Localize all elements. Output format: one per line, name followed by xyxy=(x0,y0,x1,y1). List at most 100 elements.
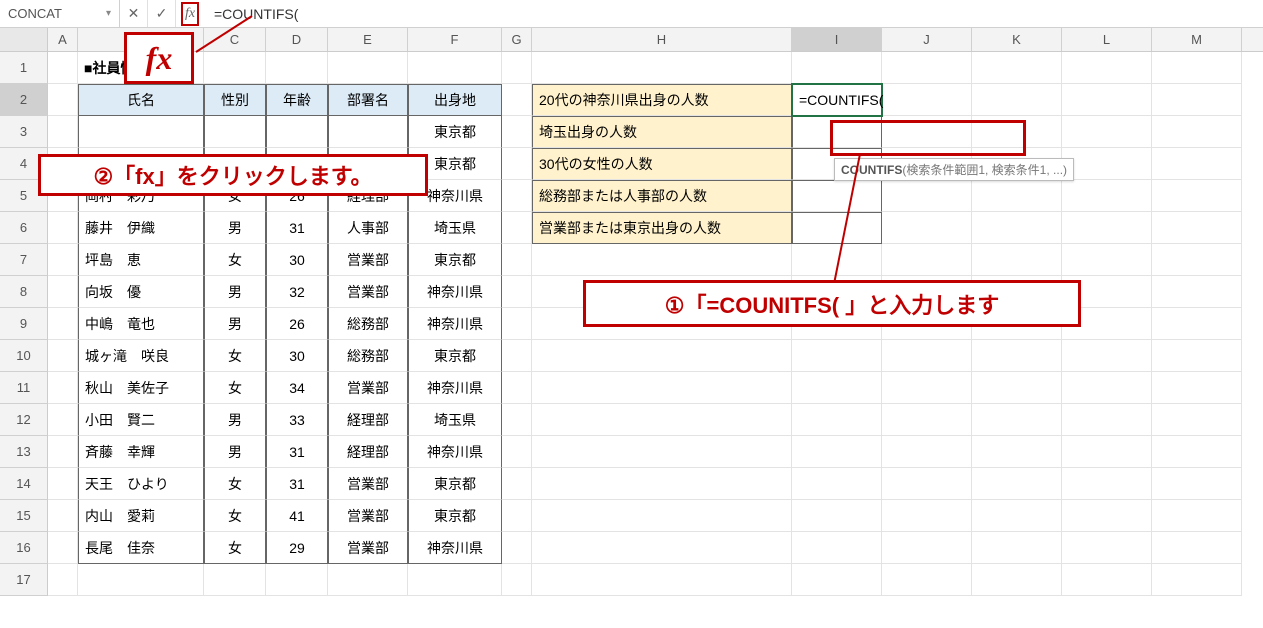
cell-M13[interactable] xyxy=(1152,436,1242,468)
col-header-H[interactable]: H xyxy=(532,28,792,51)
query-result[interactable] xyxy=(792,116,882,148)
table-cell-gender[interactable]: 女 xyxy=(204,244,266,276)
cell-G8[interactable] xyxy=(502,276,532,308)
query-label[interactable]: 30代の女性の人数 xyxy=(532,148,792,180)
cell-H17[interactable] xyxy=(532,564,792,596)
cell-L14[interactable] xyxy=(1062,468,1152,500)
row-header-11[interactable]: 11 xyxy=(0,372,48,404)
cell-I17[interactable] xyxy=(792,564,882,596)
cell-H16[interactable] xyxy=(532,532,792,564)
table-cell-gender[interactable] xyxy=(204,116,266,148)
cell-M17[interactable] xyxy=(1152,564,1242,596)
cell-K3[interactable] xyxy=(972,116,1062,148)
col-header-E[interactable]: E xyxy=(328,28,408,51)
cell-J10[interactable] xyxy=(882,340,972,372)
cell-G15[interactable] xyxy=(502,500,532,532)
row-header-16[interactable]: 16 xyxy=(0,532,48,564)
table-cell-age[interactable]: 33 xyxy=(266,404,328,436)
cell-H14[interactable] xyxy=(532,468,792,500)
cell-J5[interactable] xyxy=(882,180,972,212)
query-result[interactable]: =COUNTIFS( xyxy=(792,84,882,116)
table-header-name[interactable]: 氏名 xyxy=(78,84,204,116)
table-cell-dept[interactable]: 営業部 xyxy=(328,500,408,532)
table-cell-origin[interactable]: 東京都 xyxy=(408,500,502,532)
cell-K12[interactable] xyxy=(972,404,1062,436)
table-cell-origin[interactable]: 埼玉県 xyxy=(408,404,502,436)
cell-J2[interactable] xyxy=(882,84,972,116)
insert-function-button[interactable]: fx xyxy=(176,0,204,27)
table-cell-gender[interactable]: 女 xyxy=(204,372,266,404)
table-cell-dept[interactable]: 経理部 xyxy=(328,404,408,436)
table-cell-name[interactable]: 向坂 優 xyxy=(78,276,204,308)
cell-L3[interactable] xyxy=(1062,116,1152,148)
cell-J14[interactable] xyxy=(882,468,972,500)
table-header-origin[interactable]: 出身地 xyxy=(408,84,502,116)
cell-H15[interactable] xyxy=(532,500,792,532)
cell-K5[interactable] xyxy=(972,180,1062,212)
select-all-corner[interactable] xyxy=(0,28,48,51)
cell-G3[interactable] xyxy=(502,116,532,148)
cell-I15[interactable] xyxy=(792,500,882,532)
table-cell-dept[interactable]: 営業部 xyxy=(328,276,408,308)
cell-L13[interactable] xyxy=(1062,436,1152,468)
table-cell-gender[interactable]: 男 xyxy=(204,404,266,436)
cell-J1[interactable] xyxy=(882,52,972,84)
cell-L10[interactable] xyxy=(1062,340,1152,372)
cell-G6[interactable] xyxy=(502,212,532,244)
row-header-14[interactable]: 14 xyxy=(0,468,48,500)
cell-J11[interactable] xyxy=(882,372,972,404)
table-header-gender[interactable]: 性別 xyxy=(204,84,266,116)
cell-A1[interactable] xyxy=(48,52,78,84)
cell-M15[interactable] xyxy=(1152,500,1242,532)
row-header-2[interactable]: 2 xyxy=(0,84,48,116)
col-header-C[interactable]: C xyxy=(204,28,266,51)
cell-K13[interactable] xyxy=(972,436,1062,468)
cell-A9[interactable] xyxy=(48,308,78,340)
confirm-button[interactable]: ✓ xyxy=(148,0,176,27)
cell-K16[interactable] xyxy=(972,532,1062,564)
table-cell-dept[interactable]: 人事部 xyxy=(328,212,408,244)
cell-J16[interactable] xyxy=(882,532,972,564)
cell-J13[interactable] xyxy=(882,436,972,468)
cell-M2[interactable] xyxy=(1152,84,1242,116)
cell-A10[interactable] xyxy=(48,340,78,372)
cell-G13[interactable] xyxy=(502,436,532,468)
table-cell-name[interactable] xyxy=(78,116,204,148)
cell-I14[interactable] xyxy=(792,468,882,500)
table-cell-dept[interactable]: 営業部 xyxy=(328,532,408,564)
query-result[interactable] xyxy=(792,180,882,212)
col-header-G[interactable]: G xyxy=(502,28,532,51)
col-header-I[interactable]: I xyxy=(792,28,882,51)
cell-L2[interactable] xyxy=(1062,84,1152,116)
cell-A13[interactable] xyxy=(48,436,78,468)
table-cell-age[interactable]: 31 xyxy=(266,436,328,468)
query-label[interactable]: 営業部または東京出身の人数 xyxy=(532,212,792,244)
cell-K7[interactable] xyxy=(972,244,1062,276)
cell-G4[interactable] xyxy=(502,148,532,180)
cell-M14[interactable] xyxy=(1152,468,1242,500)
table-cell-dept[interactable]: 経理部 xyxy=(328,436,408,468)
cell-M8[interactable] xyxy=(1152,276,1242,308)
col-header-A[interactable]: A xyxy=(48,28,78,51)
cell-M10[interactable] xyxy=(1152,340,1242,372)
query-label[interactable]: 20代の神奈川県出身の人数 xyxy=(532,84,792,116)
query-result[interactable] xyxy=(792,212,882,244)
cell-H7[interactable] xyxy=(532,244,792,276)
cell-G7[interactable] xyxy=(502,244,532,276)
cell-I11[interactable] xyxy=(792,372,882,404)
table-cell-origin[interactable]: 神奈川県 xyxy=(408,276,502,308)
table-cell-name[interactable]: 長尾 佳奈 xyxy=(78,532,204,564)
table-header-age[interactable]: 年齢 xyxy=(266,84,328,116)
cell-I16[interactable] xyxy=(792,532,882,564)
table-header-dept[interactable]: 部署名 xyxy=(328,84,408,116)
table-cell-name[interactable]: 城ヶ滝 咲良 xyxy=(78,340,204,372)
cell-K10[interactable] xyxy=(972,340,1062,372)
table-cell-origin[interactable]: 埼玉県 xyxy=(408,212,502,244)
cell-I13[interactable] xyxy=(792,436,882,468)
table-cell-dept[interactable] xyxy=(328,116,408,148)
query-label[interactable]: 埼玉出身の人数 xyxy=(532,116,792,148)
cell-M3[interactable] xyxy=(1152,116,1242,148)
table-cell-gender[interactable]: 女 xyxy=(204,500,266,532)
cell-M5[interactable] xyxy=(1152,180,1242,212)
cell-K15[interactable] xyxy=(972,500,1062,532)
